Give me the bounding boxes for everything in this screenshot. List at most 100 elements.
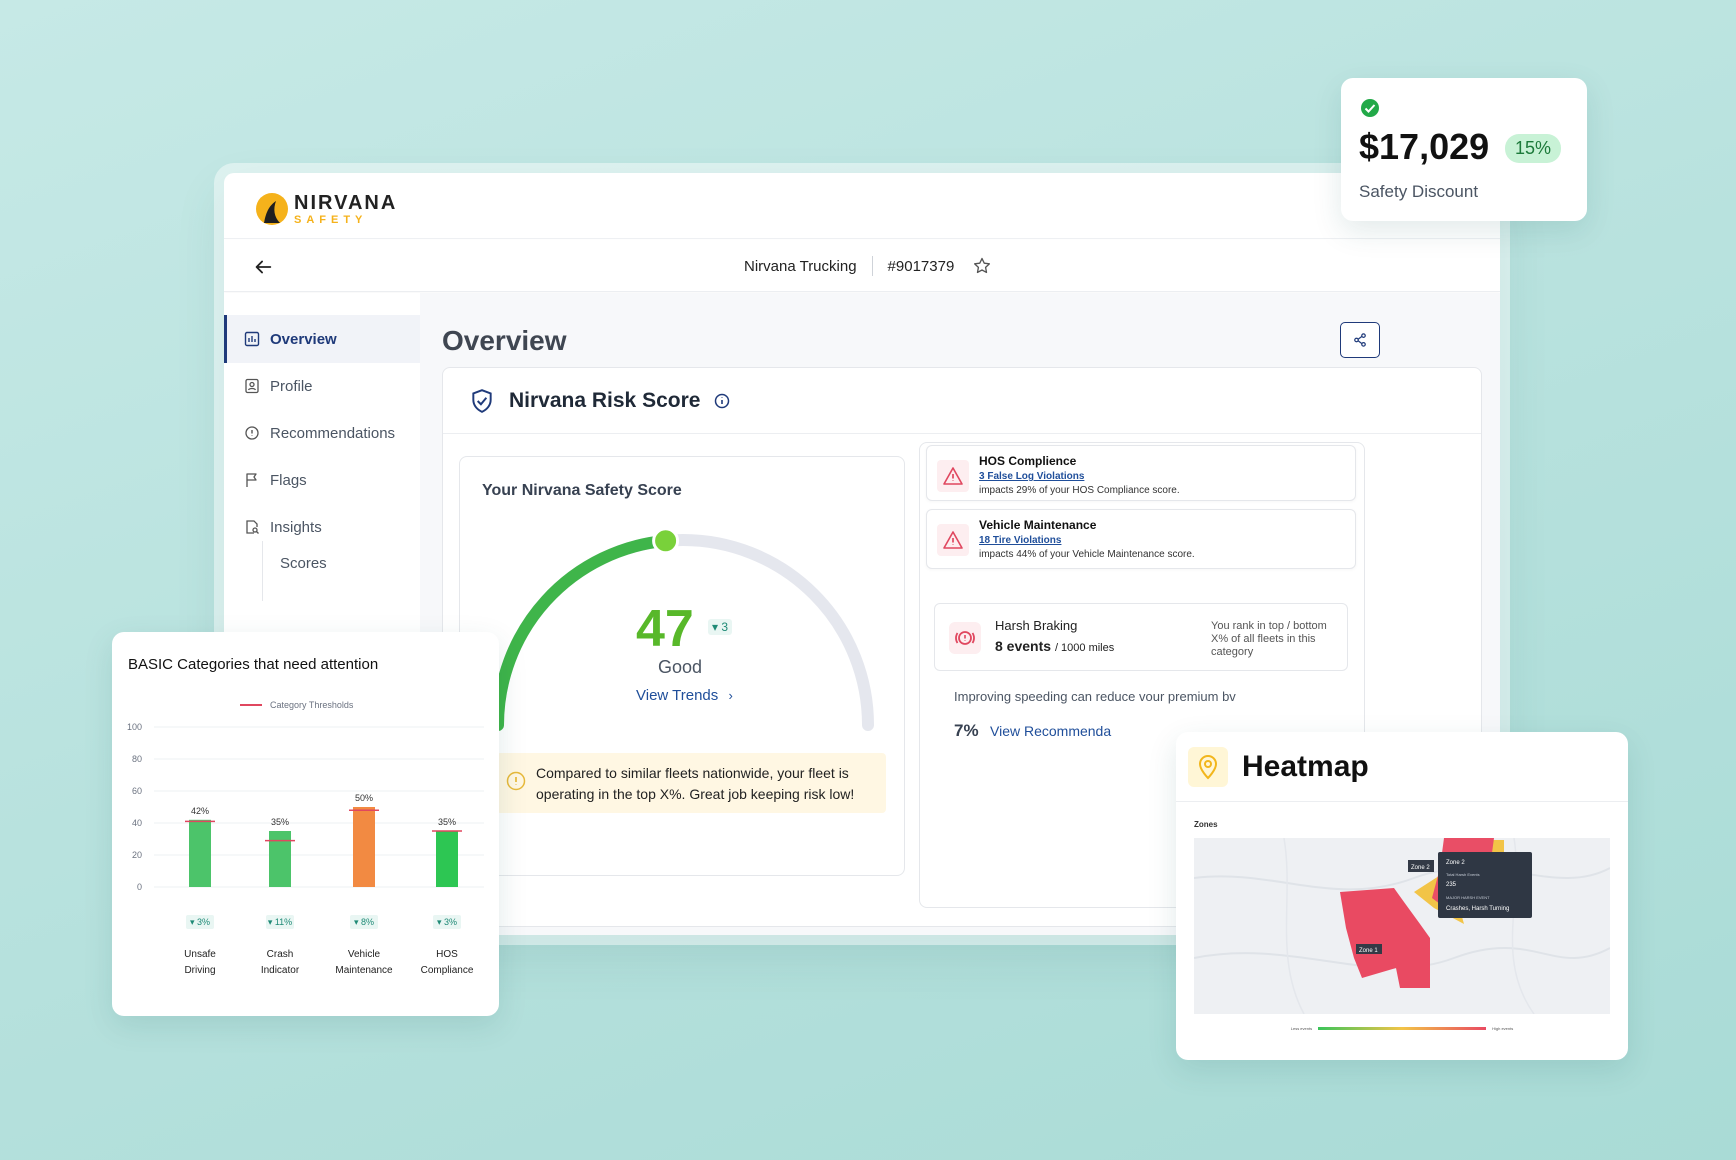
- alert-title: HOS Complience: [979, 454, 1077, 468]
- comment-icon: [245, 426, 259, 440]
- alert-detail: impacts 29% of your HOS Compliance score…: [979, 485, 1180, 496]
- alert-title: Vehicle Maintenance: [979, 518, 1097, 532]
- share-icon: [1354, 333, 1366, 347]
- y-tick-label: 20: [132, 850, 142, 860]
- flag-icon: [246, 473, 257, 487]
- harsh-braking-title: Harsh Braking: [995, 618, 1078, 633]
- harsh-braking-unit: / 1000 miles: [1054, 642, 1115, 654]
- basic-bar-chart: 0 20 40 60 80 100 42% ▾ 3% Unsafe Driving 35% ▾ 11%…: [127, 722, 484, 976]
- document-search-icon: [246, 520, 259, 534]
- change-label: ▾ 8%: [354, 917, 374, 927]
- y-tick-label: 100: [127, 722, 142, 732]
- sidebar-item-overview[interactable]: Overview: [224, 315, 420, 363]
- nirvana-logo-icon: [256, 193, 288, 225]
- divider: [871, 256, 873, 276]
- heatmap-map[interactable]: Zone 2 Zone 1 Zone 2 Total Harsh Events …: [1194, 838, 1610, 1014]
- risk-score-header: Nirvana Risk Score: [443, 368, 1481, 434]
- company-info: Nirvana Trucking #9017379: [744, 256, 992, 276]
- y-tick-label: 60: [132, 786, 142, 796]
- bar-3: [353, 807, 375, 887]
- sidebar-item-label: Overview: [270, 330, 337, 348]
- discount-percent-badge: 15%: [1505, 134, 1562, 163]
- check-circle-icon: [1361, 99, 1379, 117]
- sidebar-item-label: Flags: [270, 471, 307, 489]
- gauge-knob: [652, 527, 680, 555]
- view-trends-link[interactable]: View Trends ›: [636, 687, 733, 704]
- favorite-star-icon[interactable]: [972, 256, 992, 276]
- category-label: Vehicle: [348, 949, 381, 960]
- discount-label: Safety Discount: [1359, 182, 1479, 201]
- harsh-braking-card[interactable]: Harsh Braking 8 events / 1000 miles You …: [934, 603, 1348, 671]
- change-label: ▾ 11%: [268, 917, 292, 927]
- heatmap-title: Heatmap: [1242, 749, 1369, 783]
- chevron-right-icon: ›: [728, 688, 733, 703]
- location-pin-icon: [1188, 746, 1228, 787]
- warning-icon: [937, 524, 969, 556]
- view-recommendations-link[interactable]: View Recommenda: [990, 723, 1111, 739]
- zone-2-tag-label: Zone 2: [1411, 865, 1430, 871]
- safety-score-panel: Your Nirvana Safety Score 47 ▾ 3 Good Vi…: [459, 456, 905, 876]
- benchmark-note-text: Compared to similar fleets nationwide, y…: [536, 765, 855, 802]
- sidebar-item-insights[interactable]: Insights: [224, 503, 420, 551]
- heatmap-header: Heatmap: [1176, 732, 1628, 802]
- tooltip-value-2: Crashes, Harsh Turning: [1446, 906, 1509, 912]
- speeding-percent: 7%: [954, 721, 979, 740]
- sidebar-item-flags[interactable]: Flags: [224, 456, 420, 504]
- sidebar-item-recommendations[interactable]: Recommendations: [224, 409, 420, 457]
- alert-detail: impacts 44% of your Vehicle Maintenance …: [979, 549, 1195, 560]
- chart-icon: [244, 331, 260, 347]
- harsh-braking-rank: You rank in top / bottom X% of all fleet…: [1211, 620, 1327, 658]
- change-label: ▾ 3%: [437, 917, 457, 927]
- alert-hos-compliance[interactable]: HOS Complience 3 False Log Violations im…: [926, 445, 1356, 501]
- y-tick-label: 80: [132, 754, 142, 764]
- scale-gradient: [1318, 1027, 1487, 1030]
- bar-value-label: 35%: [438, 817, 456, 827]
- top-bar: NIRVANA SAFETY: [224, 173, 1500, 239]
- change-label: ▾ 3%: [190, 917, 210, 927]
- y-tick-label: 40: [132, 818, 142, 828]
- brand-name: NIRVANA: [294, 191, 398, 214]
- category-label: Driving: [184, 965, 215, 976]
- bar-4: [436, 831, 458, 887]
- tooltip-zone: Zone 2: [1446, 860, 1465, 866]
- benchmark-note: Compared to similar fleets nationwide, y…: [496, 753, 886, 813]
- alert-vehicle-maintenance[interactable]: Vehicle Maintenance 18 Tire Violations i…: [926, 509, 1356, 569]
- safety-score-value: 47: [636, 600, 694, 658]
- zone-1-tag-label: Zone 1: [1359, 948, 1378, 954]
- sidebar-item-profile[interactable]: Profile: [224, 362, 420, 410]
- back-arrow-icon[interactable]: [252, 256, 274, 278]
- tooltip-value: 235: [1446, 882, 1457, 888]
- zones-label: Zones: [1194, 820, 1218, 829]
- bar-value-label: 50%: [355, 793, 373, 803]
- sidebar-subitem-scores[interactable]: Scores: [280, 555, 327, 572]
- share-button[interactable]: [1340, 322, 1380, 358]
- profile-icon: [245, 378, 259, 394]
- sidebar-item-label: Profile: [270, 377, 313, 395]
- info-icon[interactable]: [714, 393, 730, 409]
- harsh-braking-events: 8 events: [995, 638, 1052, 654]
- discount-amount: $17,029: [1359, 126, 1490, 167]
- category-label: Crash: [267, 949, 294, 960]
- alert-link[interactable]: 3 False Log Violations: [979, 471, 1084, 482]
- bar-value-label: 35%: [271, 817, 289, 827]
- bar-1: [189, 819, 211, 887]
- company-name: Nirvana Trucking: [744, 257, 857, 275]
- category-label: Compliance: [421, 965, 474, 976]
- category-label: Unsafe: [184, 949, 216, 960]
- sidebar-item-label: Recommendations: [270, 424, 396, 442]
- scale-low-label: Less events: [1290, 1026, 1313, 1031]
- category-label: Indicator: [261, 965, 300, 976]
- safety-score-rating: Good: [657, 657, 703, 677]
- alert-link[interactable]: 18 Tire Violations: [979, 535, 1061, 546]
- safety-score-delta: ▾ 3: [708, 619, 733, 635]
- speeding-text: Improving speeding can reduce vour premi…: [954, 689, 1236, 704]
- company-header: Nirvana Trucking #9017379: [224, 240, 1500, 292]
- nirvana-logo[interactable]: NIRVANA SAFETY: [254, 191, 397, 227]
- tooltip-caption: Total Harsh Events: [1446, 872, 1480, 877]
- scale-high-label: High events: [1492, 1026, 1514, 1031]
- view-trends-label: View Trends: [636, 687, 719, 704]
- heatmap-card: Heatmap Zones Zone 2 Zone 1 Zone 2 Total…: [1176, 732, 1628, 1060]
- bar-2: [269, 831, 291, 887]
- category-label: Maintenance: [335, 965, 393, 976]
- company-id: #9017379: [887, 257, 955, 275]
